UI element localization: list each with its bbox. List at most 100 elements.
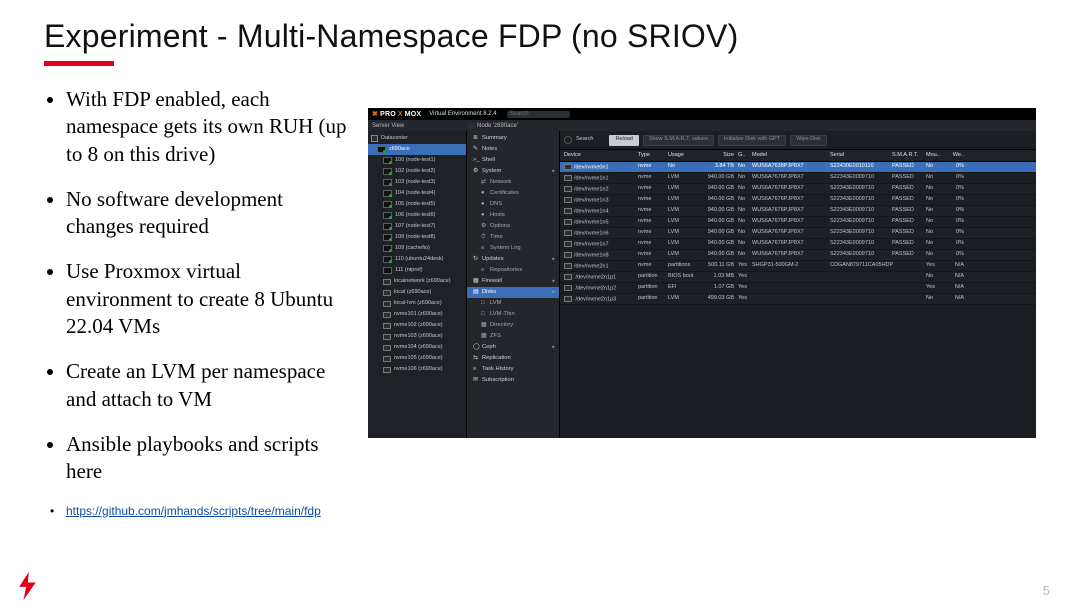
column-header[interactable]: S.M.A.R.T. (892, 153, 926, 159)
nav-item-notes[interactable]: ✎Notes (467, 144, 559, 155)
cell: LVM (668, 296, 700, 302)
nav-item-repositories[interactable]: ≡Repositories (467, 265, 559, 276)
nav-item-disks[interactable]: ▤Disks▸ (467, 287, 559, 298)
nav-item-updates[interactable]: ↻Updates▸ (467, 254, 559, 265)
nav-item-replication[interactable]: ⇆Replication (467, 353, 559, 364)
table-row[interactable]: /dev/nvme1n6nvmeLVM940.00 GBNoWUS6A7676P… (560, 228, 1036, 239)
nav-item-time[interactable]: ⏱Time (467, 232, 559, 243)
nav-item-certificates[interactable]: ●Certificates (467, 188, 559, 199)
nav-item-subscription[interactable]: ✉Subscription (467, 375, 559, 386)
table-row[interactable]: /dev/nvme0n1nvmeNo3.84 TBNoWUS6A7638PJP8… (560, 162, 1036, 173)
nav-item-system[interactable]: ⚙System▸ (467, 166, 559, 177)
nav-item-dns[interactable]: ●DNS (467, 199, 559, 210)
column-header[interactable]: Size (700, 153, 738, 159)
nav-item-options[interactable]: ⚙Options (467, 221, 559, 232)
tree-item[interactable]: nvme101 (z690ace) (368, 309, 466, 320)
wipe-button[interactable]: Wipe Disk (790, 135, 827, 146)
table-row[interactable]: /dev/nvme1n4nvmeLVM940.00 GBNoWUS6A7676P… (560, 206, 1036, 217)
tree-item[interactable]: nvme106 (z690ace) (368, 364, 466, 375)
table-row[interactable]: /dev/nvme2n1p1partitionBIOS boot1.03 MBY… (560, 272, 1036, 283)
table-row[interactable]: /dev/nvme1n5nvmeLVM940.00 GBNoWUS6A7676P… (560, 217, 1036, 228)
nav-item-lvm-thin[interactable]: □LVM-Thin (467, 309, 559, 320)
cell: No (926, 164, 946, 170)
cell: WUS6A7676PJP8X7 (752, 219, 830, 225)
nav-item-hosts[interactable]: ●Hosts (467, 210, 559, 221)
tree-item[interactable]: 102 (node-test2) (368, 166, 466, 177)
resource-tree[interactable]: Datacenterz690ace100 (node-test1)102 (no… (368, 131, 467, 438)
reload-button[interactable]: Reload (609, 135, 638, 146)
nav-item-directory[interactable]: ▦Directory (467, 320, 559, 331)
tree-item[interactable]: nvme104 (z690ace) (368, 342, 466, 353)
cell: WUS6A7638PJP8X7 (752, 164, 830, 170)
nav-item-system-log[interactable]: ≡System Log (467, 243, 559, 254)
gpt-button[interactable]: Initialize Disk with GPT (718, 135, 786, 146)
tree-item[interactable]: 103 (node-test3) (368, 177, 466, 188)
tree-item[interactable]: 105 (node-test5) (368, 199, 466, 210)
column-header[interactable]: Type (638, 153, 668, 159)
nav-icon: ▦ (481, 323, 486, 328)
title-accent (44, 61, 114, 66)
vm-icon (377, 146, 386, 153)
cell: No (926, 230, 946, 236)
column-header[interactable]: Usage (668, 153, 700, 159)
cell: /dev/nvme2n1 (564, 263, 638, 270)
column-header[interactable]: Device (564, 153, 638, 159)
tree-item[interactable]: 109 (cachefio) (368, 243, 466, 254)
table-row[interactable]: /dev/nvme1n8nvmeLVM940.00 GBNoWUS6A7676P… (560, 250, 1036, 261)
cell: nvme (638, 219, 668, 225)
tree-item[interactable]: 110 (ubuntu24desk) (368, 254, 466, 265)
cell: partition (638, 296, 668, 302)
table-row[interactable]: /dev/nvme2n1p3partitionLVM499.03 GBYesNo… (560, 294, 1036, 305)
repo-link[interactable]: https://github.com/jmhands/scripts/tree/… (66, 504, 321, 518)
tree-item[interactable]: nvme102 (z690ace) (368, 320, 466, 331)
server-view-label[interactable]: Server View (370, 123, 468, 129)
column-header[interactable]: Serial (830, 153, 892, 159)
tree-item[interactable]: nvme105 (z690ace) (368, 353, 466, 364)
tree-item[interactable]: 104 (node-test4) (368, 188, 466, 199)
tree-item[interactable]: local-lvm (z690ace) (368, 298, 466, 309)
cell: S22430E0010110 (830, 164, 892, 170)
bullet-item: Ansible playbooks and scripts here (66, 431, 348, 486)
node-nav[interactable]: ≣Summary✎Notes>_Shell⚙System▸⇄Network●Ce… (467, 131, 560, 438)
tree-item[interactable]: z690ace (368, 144, 466, 155)
disks-grid[interactable]: DeviceTypeUsageSizeG..ModelSerialS.M.A.R… (560, 150, 1036, 438)
tree-item[interactable]: 107 (node-test7) (368, 221, 466, 232)
tree-item[interactable]: local (z690ace) (368, 287, 466, 298)
cell: 0% (946, 164, 968, 170)
tree-item[interactable]: 106 (node-test6) (368, 210, 466, 221)
cell: 3.84 TB (700, 164, 738, 170)
disk-icon (564, 175, 572, 181)
table-row[interactable]: /dev/nvme2n1nvmepartitions500.11 GBYesSH… (560, 261, 1036, 272)
nav-item-task-history[interactable]: ≡Task History (467, 364, 559, 375)
table-row[interactable]: /dev/nvme1n2nvmeLVM940.00 GBNoWUS6A7676P… (560, 184, 1036, 195)
vm-icon (383, 201, 392, 208)
table-row[interactable]: /dev/nvme1n3nvmeLVM940.00 GBNoWUS6A7676P… (560, 195, 1036, 206)
nav-icon: ⚙ (473, 169, 478, 174)
nav-item-firewall[interactable]: ▦Firewall▸ (467, 276, 559, 287)
tree-item[interactable]: 111 (ntpref) (368, 265, 466, 276)
tree-label: local (z690ace) (394, 290, 431, 296)
table-row[interactable]: /dev/nvme2n1p2partitionEFI1.07 GBYesYesN… (560, 283, 1036, 294)
column-header[interactable]: G.. (738, 153, 752, 159)
tree-item[interactable]: Datacenter (368, 133, 466, 144)
cell: No (738, 208, 752, 214)
nav-item-lvm[interactable]: □LVM (467, 298, 559, 309)
tree-item[interactable]: localnetwork (z690ace) (368, 276, 466, 287)
column-header[interactable]: Model (752, 153, 830, 159)
nav-item-ceph[interactable]: ◯Ceph▸ (467, 342, 559, 353)
nav-item-network[interactable]: ⇄Network (467, 177, 559, 188)
cell: N/A (946, 263, 968, 269)
tree-item[interactable]: 108 (node-test8) (368, 232, 466, 243)
global-search[interactable]: Search (507, 111, 570, 118)
nav-item-summary[interactable]: ≣Summary (467, 133, 559, 144)
nav-item-zfs[interactable]: ▦ZFS (467, 331, 559, 342)
vm-icon (383, 168, 392, 175)
tree-item[interactable]: 100 (node-test1) (368, 155, 466, 166)
column-header[interactable]: Mou.. (926, 153, 946, 159)
nav-item-shell[interactable]: >_Shell (467, 155, 559, 166)
column-header[interactable]: We.. (946, 153, 968, 159)
smart-button[interactable]: Show S.M.A.R.T. values (643, 135, 714, 146)
table-row[interactable]: /dev/nvme1n7nvmeLVM940.00 GBNoWUS6A7676P… (560, 239, 1036, 250)
tree-item[interactable]: nvme103 (z690ace) (368, 331, 466, 342)
table-row[interactable]: /dev/nvme1n1nvmeLVM940.00 GBNoWUS6A7676P… (560, 173, 1036, 184)
